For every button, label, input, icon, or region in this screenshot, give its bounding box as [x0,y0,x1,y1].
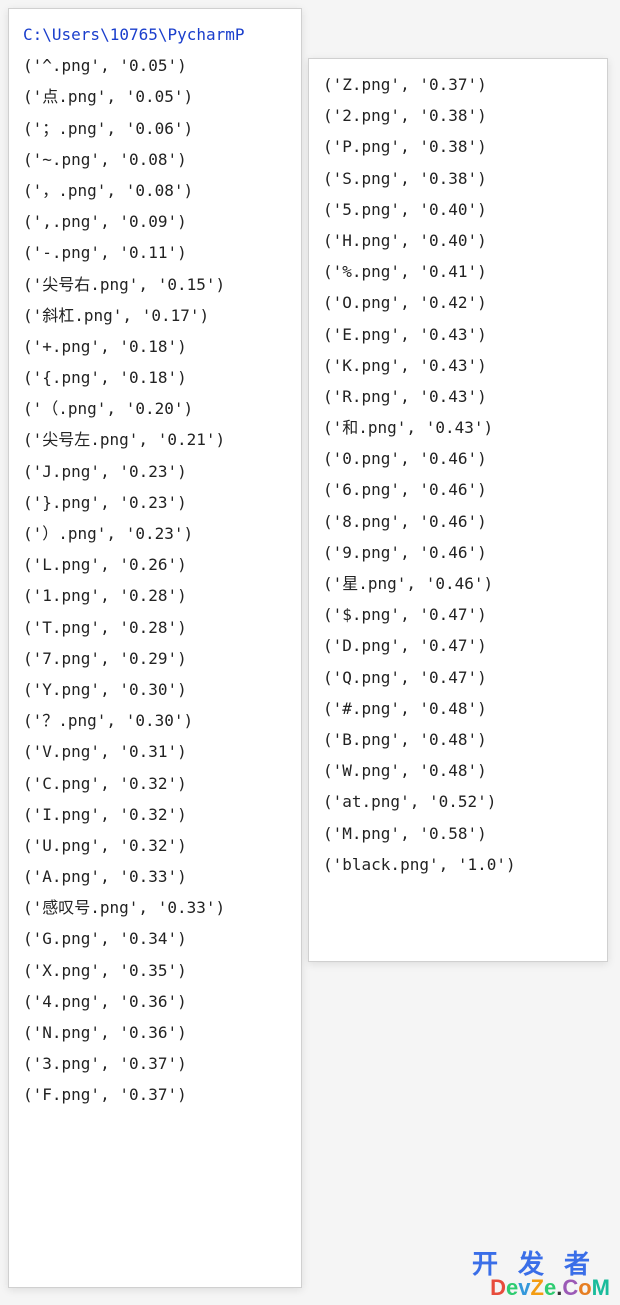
output-line: ('}.png', '0.23') [23,487,287,518]
output-line: ('V.png', '0.31') [23,736,287,767]
output-line: ('%.png', '0.41') [323,256,593,287]
output-line: ('（.png', '0.20') [23,393,287,424]
interpreter-path: C:\Users\10765\PycharmP [23,19,287,50]
console-output-right: ('Z.png', '0.37')('2.png', '0.38')('P.pn… [308,58,608,962]
output-line: ('$.png', '0.47') [323,599,593,630]
output-line: ('O.png', '0.42') [323,287,593,318]
output-line: ('M.png', '0.58') [323,818,593,849]
output-line: ('；.png', '0.06') [23,113,287,144]
output-line: ('点.png', '0.05') [23,81,287,112]
output-line: ('4.png', '0.36') [23,986,287,1017]
output-line: ('A.png', '0.33') [23,861,287,892]
output-line: ('8.png', '0.46') [323,506,593,537]
output-line: ('F.png', '0.37') [23,1079,287,1110]
output-line: ('，.png', '0.08') [23,175,287,206]
output-line: ('S.png', '0.38') [323,163,593,194]
output-line: ('尖号右.png', '0.15') [23,269,287,300]
output-lines-right: ('Z.png', '0.37')('2.png', '0.38')('P.pn… [323,69,593,880]
output-line: ('L.png', '0.26') [23,549,287,580]
output-line: ('{.png', '0.18') [23,362,287,393]
output-line: ('^.png', '0.05') [23,50,287,81]
output-line: ('0.png', '0.46') [323,443,593,474]
watermark: 开发者 DevZe.CoM [472,1251,610,1299]
output-line: ('K.png', '0.43') [323,350,593,381]
output-line: ('at.png', '0.52') [323,786,593,817]
output-line: ('U.png', '0.32') [23,830,287,861]
watermark-english: DevZe.CoM [472,1277,610,1299]
output-line: ('）.png', '0.23') [23,518,287,549]
output-line: ('-.png', '0.11') [23,237,287,268]
output-line: ('感叹号.png', '0.33') [23,892,287,923]
output-line: ('星.png', '0.46') [323,568,593,599]
output-line: ('G.png', '0.34') [23,923,287,954]
output-line: ('#.png', '0.48') [323,693,593,724]
console-output-left: C:\Users\10765\PycharmP ('^.png', '0.05'… [8,8,302,1288]
output-lines-left: ('^.png', '0.05')('点.png', '0.05')('；.pn… [23,50,287,1110]
output-line: ('E.png', '0.43') [323,319,593,350]
output-line: ('X.png', '0.35') [23,955,287,986]
output-line: ('5.png', '0.40') [323,194,593,225]
output-line: ('P.png', '0.38') [323,131,593,162]
output-line: ('Y.png', '0.30') [23,674,287,705]
output-line: ('R.png', '0.43') [323,381,593,412]
output-line: ('T.png', '0.28') [23,612,287,643]
output-line: ('N.png', '0.36') [23,1017,287,1048]
output-line: ('1.png', '0.28') [23,580,287,611]
output-line: ('C.png', '0.32') [23,768,287,799]
output-line: ('尖号左.png', '0.21') [23,424,287,455]
output-line: (',.png', '0.09') [23,206,287,237]
output-line: ('I.png', '0.32') [23,799,287,830]
output-line: ('+.png', '0.18') [23,331,287,362]
output-line: ('7.png', '0.29') [23,643,287,674]
output-line: ('6.png', '0.46') [323,474,593,505]
output-line: ('black.png', '1.0') [323,849,593,880]
output-line: ('斜杠.png', '0.17') [23,300,287,331]
output-line: ('D.png', '0.47') [323,630,593,661]
output-line: ('？.png', '0.30') [23,705,287,736]
output-line: ('Z.png', '0.37') [323,69,593,100]
output-line: ('B.png', '0.48') [323,724,593,755]
output-line: ('2.png', '0.38') [323,100,593,131]
output-line: ('和.png', '0.43') [323,412,593,443]
output-line: ('~.png', '0.08') [23,144,287,175]
output-line: ('H.png', '0.40') [323,225,593,256]
output-line: ('3.png', '0.37') [23,1048,287,1079]
output-line: ('9.png', '0.46') [323,537,593,568]
watermark-chinese: 开发者 [472,1251,610,1277]
output-line: ('J.png', '0.23') [23,456,287,487]
output-line: ('W.png', '0.48') [323,755,593,786]
output-line: ('Q.png', '0.47') [323,662,593,693]
